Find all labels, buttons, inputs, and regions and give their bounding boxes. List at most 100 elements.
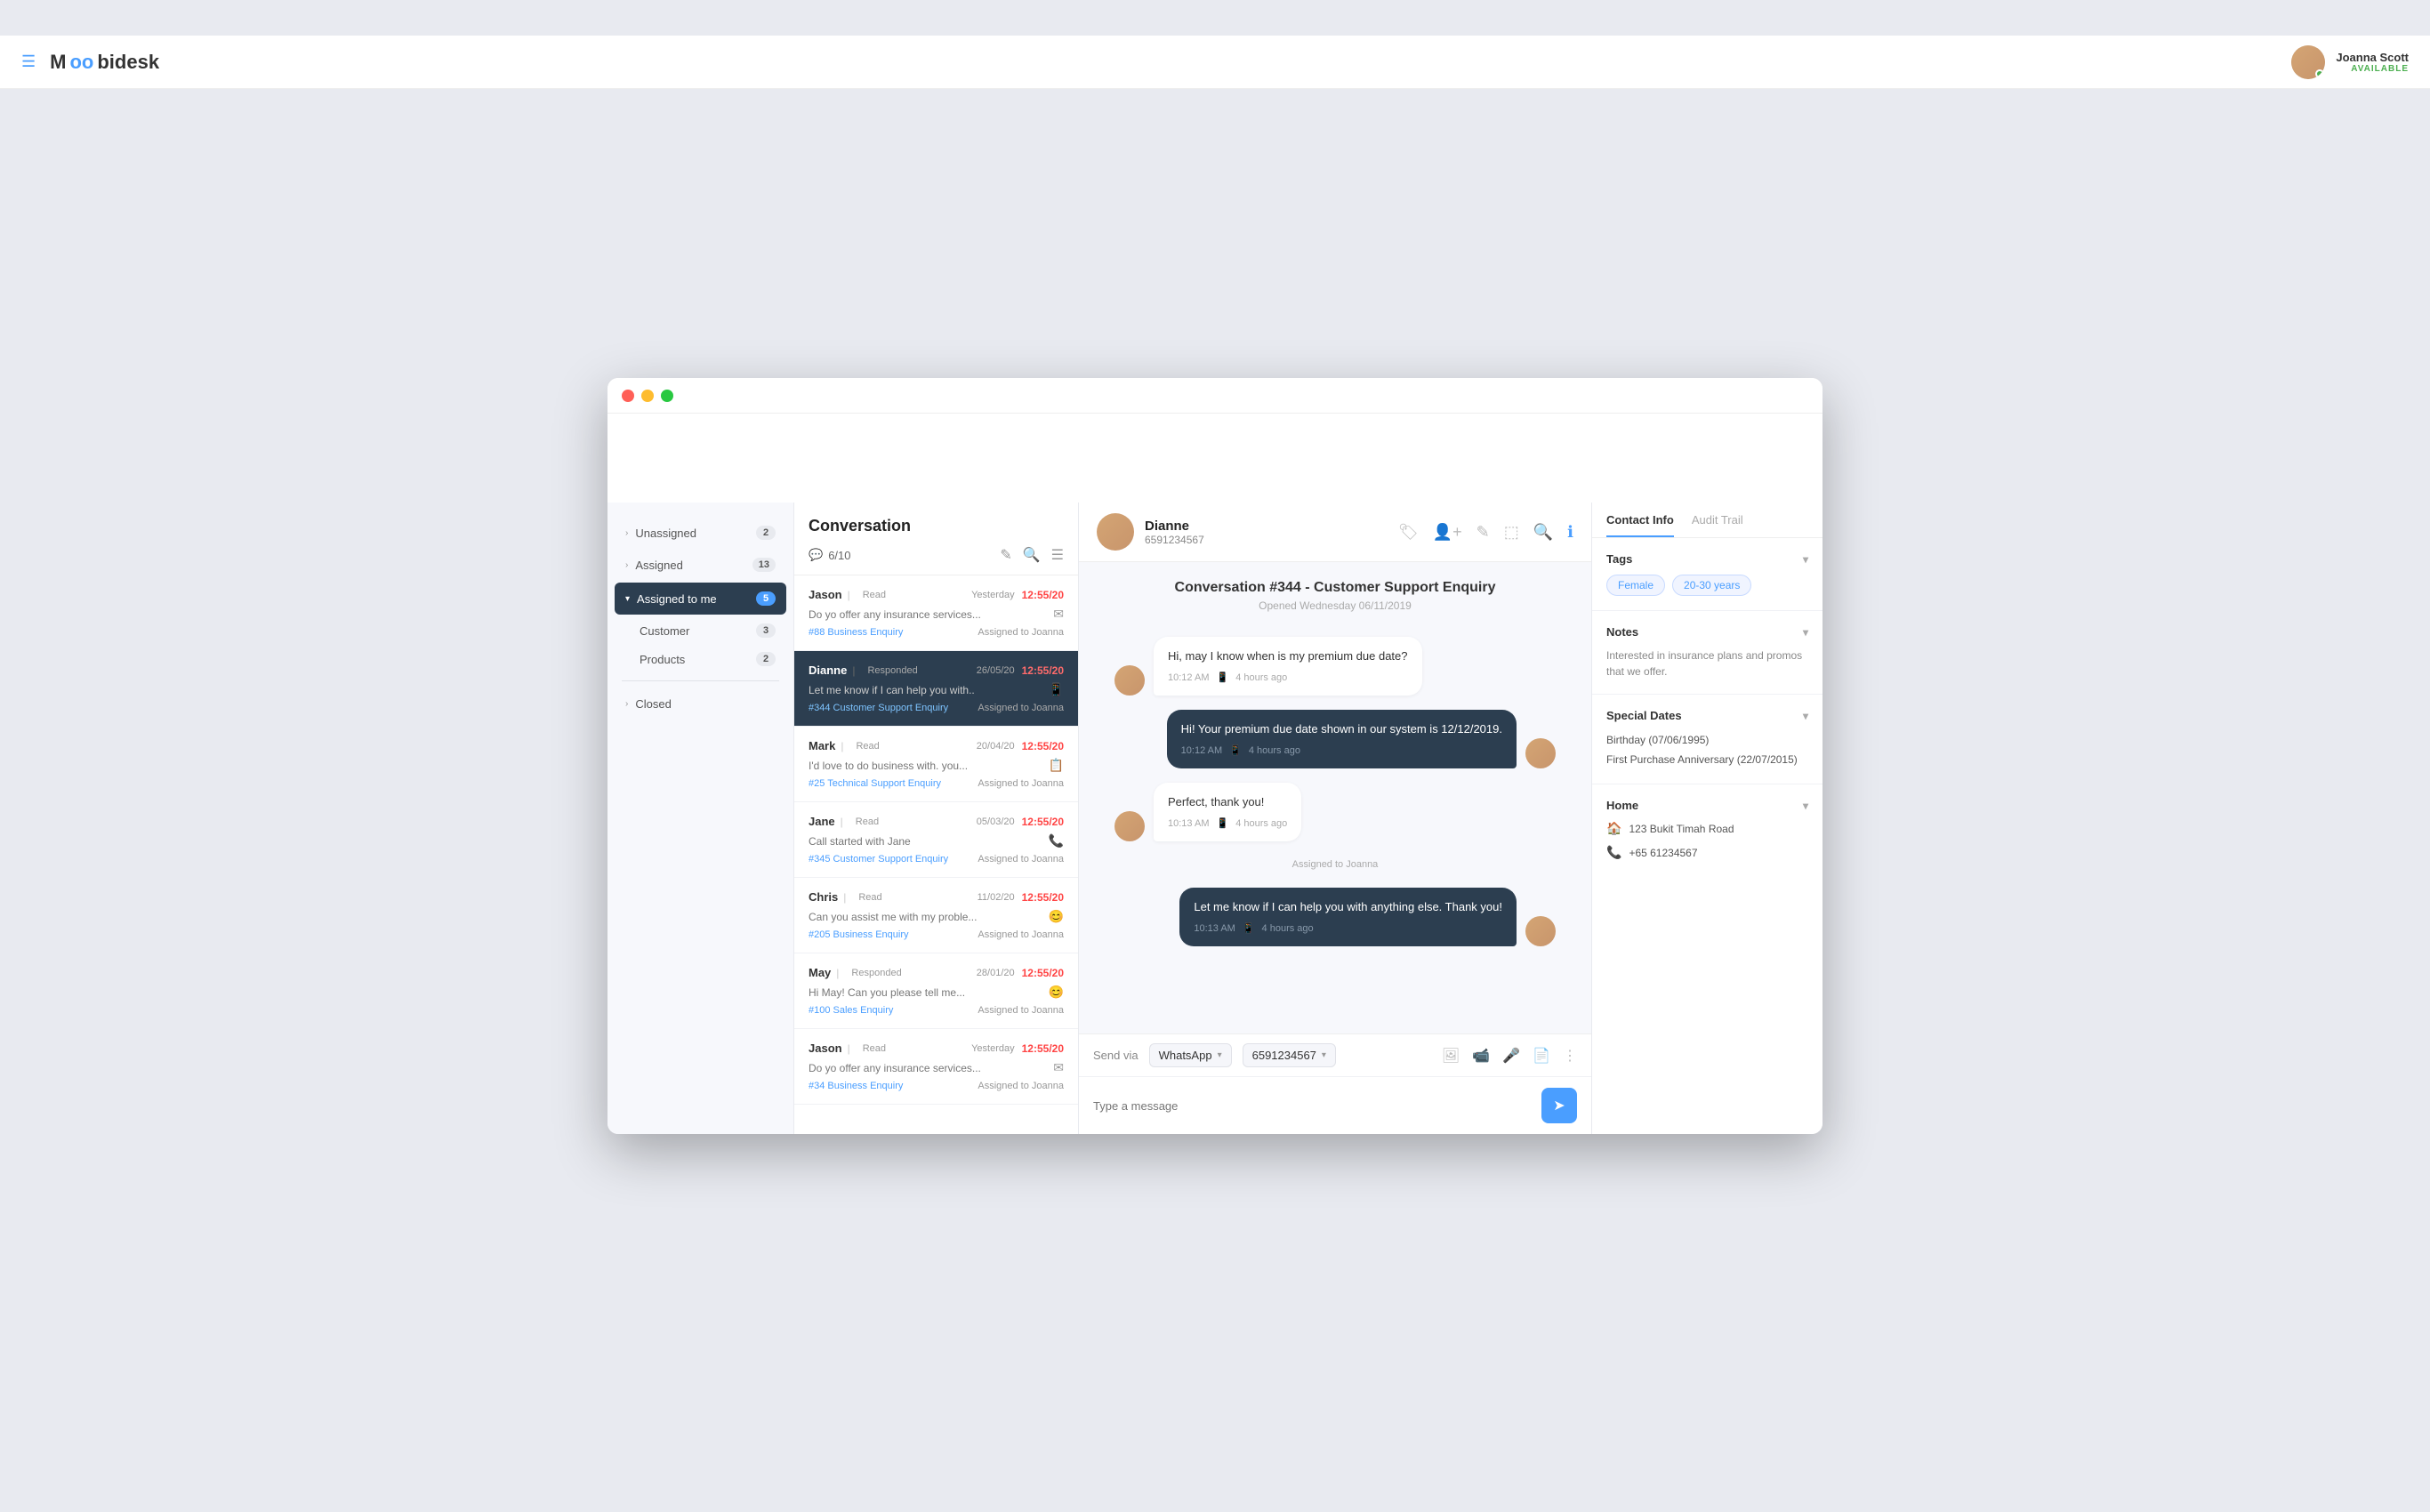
conv-tag: #88 Business Enquiry (809, 627, 903, 638)
tags-section-title[interactable]: Tags ▾ (1606, 552, 1808, 566)
conv-preview-text: Do yo offer any insurance services... (809, 608, 981, 621)
maximize-button[interactable] (661, 390, 673, 402)
home-address-row: 🏠 123 Bukit Timah Road (1606, 821, 1808, 836)
anniversary: First Purchase Anniversary (22/07/2015) (1606, 751, 1808, 770)
home-section: Home ▾ 🏠 123 Bukit Timah Road 📞 +65 6123… (1592, 784, 1822, 874)
conv-name: Dianne (809, 664, 847, 677)
msg-text: Hi, may I know when is my premium due da… (1168, 649, 1408, 663)
special-dates-content: Birthday (07/06/1995) First Purchase Ann… (1606, 731, 1808, 769)
assigned-badge: Assigned to Joanna (1114, 856, 1556, 873)
tag-age: 20-30 years (1672, 575, 1751, 596)
chat-icon: 💬 (809, 548, 823, 562)
msg-age: 4 hours ago (1235, 671, 1287, 686)
conv-preview-text: Call started with Jane (809, 835, 911, 848)
home-address: 123 Bukit Timah Road (1629, 823, 1734, 835)
tab-contact-info[interactable]: Contact Info (1606, 513, 1674, 537)
message-row-3: Perfect, thank you! 10:13 AM 📱 4 hours a… (1114, 783, 1556, 841)
conv-item-mark[interactable]: Mark | Read 20/04/20 12:55/20 I'd love t… (794, 727, 1078, 802)
sidebar-label-unassigned: Unassigned (635, 527, 696, 540)
more-icon[interactable]: ⋮ (1563, 1047, 1577, 1065)
conv-preview-text: Can you assist me with my proble... (809, 911, 977, 923)
phone-select[interactable]: 6591234567 ▾ (1243, 1043, 1336, 1067)
conv-date: 26/05/20 (977, 665, 1015, 676)
sidebar-sub-item-products[interactable]: Products 2 (640, 645, 793, 673)
image-icon[interactable]: 🖼 (1442, 1047, 1460, 1065)
compose-icon[interactable]: ✎ (1000, 546, 1011, 564)
message-input[interactable] (1093, 1088, 1531, 1123)
tags-label: Tags (1606, 552, 1632, 566)
msg-time: 10:13 AM (1168, 816, 1209, 832)
info-icon[interactable]: ℹ (1567, 523, 1573, 542)
sidebar: › Unassigned 2 › Assigned 13 ▾ Assigned … (608, 503, 794, 1134)
msg-meta: 10:12 AM 📱 4 hours ago (1168, 671, 1408, 686)
filter-icon[interactable]: ☰ (1051, 546, 1064, 564)
close-button[interactable] (622, 390, 634, 402)
chat-contact-info: Dianne 6591234567 (1145, 519, 1204, 546)
conv-item-chris[interactable]: Chris | Read 11/02/20 12:55/20 Can you a… (794, 878, 1078, 953)
edit-icon[interactable]: ✎ (1477, 523, 1490, 542)
sidebar-item-unassigned[interactable]: › Unassigned 2 (608, 517, 793, 549)
conv-assigned: Assigned to Joanna (978, 1081, 1064, 1091)
chevron-down-icon-2: ▾ (1218, 1050, 1222, 1060)
chevron-right-icon: › (625, 528, 628, 538)
conv-name: May (809, 966, 831, 979)
sidebar-item-assigned[interactable]: › Assigned 13 (608, 549, 793, 581)
conv-item-jane[interactable]: Jane | Read 05/03/20 12:55/20 Call start… (794, 802, 1078, 878)
tag-icon[interactable]: 🏷 (1398, 523, 1419, 542)
conv-item-dianne[interactable]: Dianne | Responded 26/05/20 12:55/20 Let… (794, 651, 1078, 727)
sidebar-sub-item-customer[interactable]: Customer 3 (640, 616, 793, 645)
transfer-icon[interactable]: ⬚ (1504, 523, 1519, 542)
conv-status: Responded (867, 665, 917, 676)
search-icon[interactable]: 🔍 (1023, 546, 1041, 564)
add-user-icon[interactable]: 👤+ (1433, 523, 1462, 542)
notes-section-title[interactable]: Notes ▾ (1606, 625, 1808, 639)
notes-text: Interested in insurance plans and promos… (1606, 647, 1808, 680)
special-dates-label: Special Dates (1606, 709, 1682, 722)
conv-time: 12:55/20 (1022, 816, 1064, 828)
sidebar-sub-label-products: Products (640, 653, 685, 666)
home-title[interactable]: Home ▾ (1606, 799, 1808, 812)
conv-time: 12:55/20 (1022, 589, 1064, 601)
send-button[interactable]: ➤ (1541, 1088, 1577, 1123)
msg-age: 4 hours ago (1235, 816, 1287, 832)
title-bar (608, 378, 1822, 414)
search-chat-icon[interactable]: 🔍 (1533, 523, 1553, 542)
conv-item-jason-1[interactable]: Jason | Read Yesterday 12:55/20 Do yo of… (794, 575, 1078, 651)
home-icon: 🏠 (1606, 821, 1621, 836)
msg-bubble-outgoing-1: Hi! Your premium due date shown in our s… (1167, 710, 1517, 768)
conv-open-date: Opened Wednesday 06/11/2019 (1079, 599, 1591, 612)
channel-select[interactable]: WhatsApp ▾ (1149, 1043, 1232, 1067)
conv-item-may[interactable]: May | Responded 28/01/20 12:55/20 Hi May… (794, 953, 1078, 1029)
minimize-button[interactable] (641, 390, 654, 402)
home-phone-row: 📞 +65 61234567 (1606, 845, 1808, 860)
conv-tag: #25 Technical Support Enquiry (809, 778, 941, 789)
main-wrapper: › Unassigned 2 › Assigned 13 ▾ Assigned … (608, 503, 1822, 1134)
chat-contact-avatar (1097, 513, 1134, 551)
channel-option: WhatsApp (1159, 1049, 1212, 1062)
conv-list-toolbar: 💬 6/10 ✎ 🔍 ☰ (809, 546, 1064, 564)
phone-option: 6591234567 (1252, 1049, 1316, 1062)
whatsapp-channel-icon: 📱 (1216, 671, 1228, 686)
mic-icon[interactable]: 🎤 (1502, 1047, 1520, 1065)
video-icon[interactable]: 📹 (1472, 1047, 1490, 1065)
tags-section: Tags ▾ Female 20-30 years (1592, 538, 1822, 611)
sidebar-item-closed[interactable]: › Closed (608, 688, 793, 720)
special-dates-title[interactable]: Special Dates ▾ (1606, 709, 1808, 722)
msg-avatar (1114, 665, 1145, 696)
conv-time: 12:55/20 (1022, 664, 1064, 677)
msg-time: 10:12 AM (1168, 671, 1209, 686)
tab-audit-trail[interactable]: Audit Trail (1692, 513, 1743, 537)
conv-preview: Do yo offer any insurance services... ✉ (809, 607, 1064, 622)
msg-avatar-out (1525, 738, 1556, 768)
file-icon[interactable]: 📄 (1533, 1047, 1550, 1065)
conv-footer: #205 Business Enquiry Assigned to Joanna (809, 929, 1064, 940)
phone-icon-home: 📞 (1606, 845, 1621, 860)
msg-age: 4 hours ago (1262, 921, 1314, 937)
birthday: Birthday (07/06/1995) (1606, 731, 1808, 751)
msg-text: Let me know if I can help you with anyth… (1194, 900, 1502, 913)
conv-name: Chris (809, 890, 838, 904)
sidebar-item-assigned-to-me[interactable]: ▾ Assigned to me 5 (615, 583, 786, 615)
conv-item-jason-2[interactable]: Jason | Read Yesterday 12:55/20 Do yo of… (794, 1029, 1078, 1105)
sidebar-sub-items: Customer 3 Products 2 (608, 616, 793, 673)
conv-preview-text: Hi May! Can you please tell me... (809, 986, 965, 999)
